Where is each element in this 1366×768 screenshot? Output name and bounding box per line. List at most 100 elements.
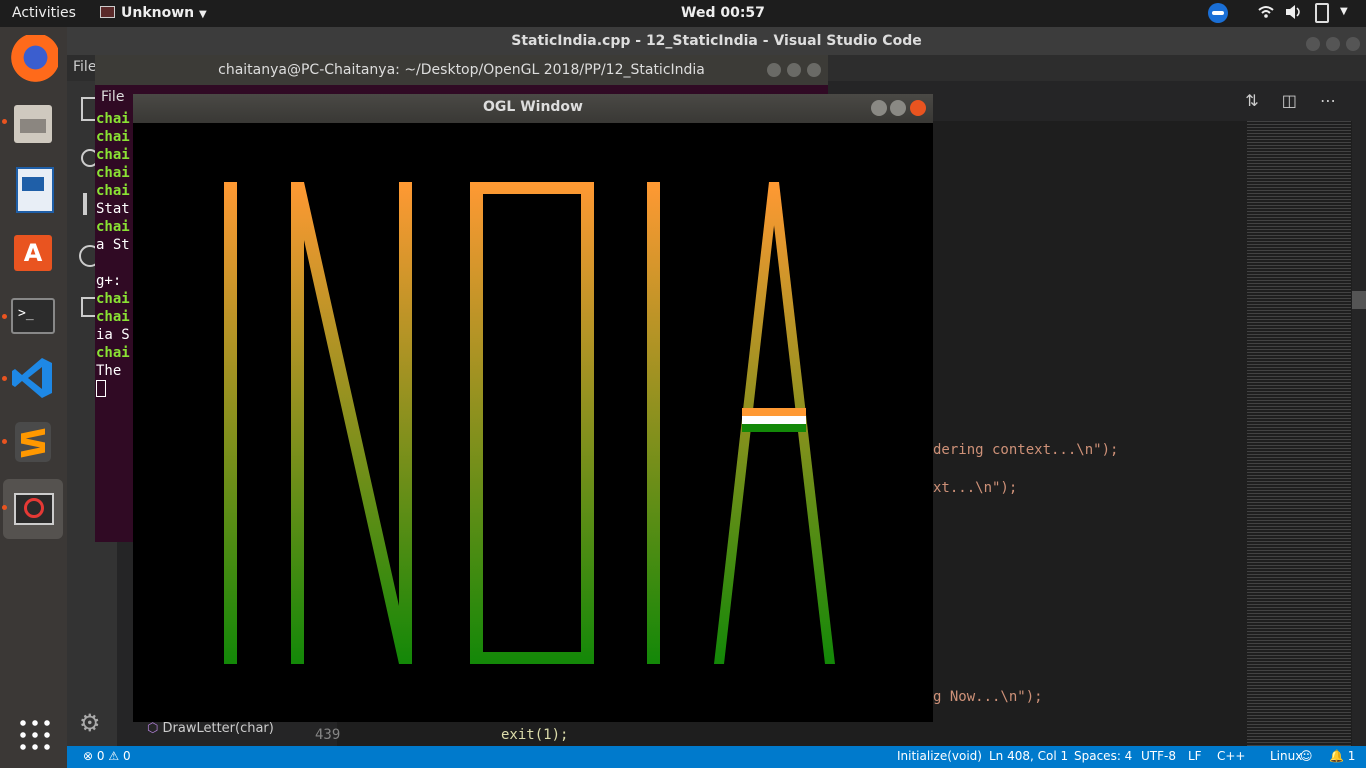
ogl-window-title: OGL Window	[483, 99, 583, 115]
close-button[interactable]	[1346, 37, 1360, 51]
app-window-icon	[100, 6, 115, 18]
running-indicator	[2, 376, 7, 381]
terminal-icon[interactable]: >_	[8, 291, 58, 341]
warning-count: 0	[122, 749, 131, 763]
ogl-canvas[interactable]	[133, 123, 933, 722]
source-control-icon[interactable]	[83, 193, 87, 215]
terminal-menu-file[interactable]: File	[101, 89, 124, 105]
terminal-line: chai	[96, 165, 130, 181]
language-mode[interactable]: C++	[1217, 749, 1246, 763]
battery-icon[interactable]	[1315, 3, 1329, 23]
split-editor-icon[interactable]: ◫	[1282, 91, 1297, 110]
vscode-icon[interactable]	[8, 353, 58, 403]
close-button[interactable]	[807, 63, 821, 77]
ogl-window: OGL Window	[133, 94, 933, 722]
compare-icon[interactable]: ⇅	[1245, 91, 1258, 110]
wifi-icon[interactable]	[1258, 4, 1274, 20]
letter-i-second	[647, 182, 660, 664]
code-line: dering context...\n");	[933, 442, 1119, 458]
volume-icon[interactable]	[1285, 4, 1303, 20]
terminal-line: The	[96, 363, 122, 379]
teamviewer-icon[interactable]	[1208, 3, 1228, 23]
ogl-title-bar[interactable]: OGL Window	[133, 94, 933, 123]
terminal-cursor	[96, 380, 106, 397]
terminal-line: chai	[96, 345, 130, 361]
terminal-output[interactable]: chai chai chai chai chai Stat chai a St g+: chai…	[96, 110, 130, 399]
platform[interactable]: Linux	[1270, 749, 1302, 763]
outline-item-label: DrawLetter(char)	[162, 721, 274, 736]
minimap[interactable]	[1247, 121, 1351, 746]
line-number: 439	[315, 727, 341, 743]
maximize-button[interactable]	[890, 100, 906, 116]
code-line: exit(1);	[501, 727, 569, 743]
system-menu-chevron-icon[interactable]: ▼	[1340, 6, 1354, 24]
flag-crossbar	[742, 408, 806, 432]
letter-i-first	[224, 182, 237, 664]
close-button[interactable]	[910, 100, 926, 116]
top-bar: Activities Unknown ▼ Wed 00:57 ▼	[0, 0, 1366, 27]
outline-item[interactable]: ⬡ DrawLetter(char)	[147, 721, 274, 736]
terminal-line: ia S	[96, 327, 130, 343]
terminal-line: chai	[96, 147, 130, 163]
writer-icon[interactable]	[8, 163, 58, 213]
notifications[interactable]: 🔔 1	[1329, 749, 1355, 763]
terminal-title-bar[interactable]: chaitanya@PC-Chaitanya: ~/Desktop/OpenGL…	[95, 55, 828, 85]
more-actions-icon[interactable]: ⋯	[1320, 91, 1336, 110]
maximize-button[interactable]	[787, 63, 801, 77]
running-indicator	[2, 314, 7, 319]
minimize-button[interactable]	[1306, 37, 1320, 51]
app-menu[interactable]: Unknown ▼	[100, 5, 207, 21]
method-icon: ⬡	[147, 721, 159, 736]
firefox-icon[interactable]	[8, 35, 58, 85]
terminal-title: chaitanya@PC-Chaitanya: ~/Desktop/OpenGL…	[218, 62, 705, 78]
sublime-icon[interactable]	[8, 417, 58, 467]
error-count: 0	[96, 749, 105, 763]
encoding[interactable]: UTF-8	[1141, 749, 1176, 763]
ogl-app-icon[interactable]	[3, 479, 63, 539]
running-indicator	[2, 505, 7, 510]
letter-n	[291, 182, 412, 664]
running-indicator	[2, 439, 7, 444]
code-line: g Now...\n");	[933, 689, 1043, 705]
terminal-line: chai	[96, 309, 130, 325]
terminal-line: g+:	[96, 273, 122, 289]
show-apps-icon[interactable]	[17, 717, 51, 751]
indentation[interactable]: Spaces: 4	[1074, 749, 1132, 763]
terminal-line: a St	[96, 237, 130, 253]
warning-icon: ⚠	[108, 749, 120, 763]
vscode-logo	[12, 358, 52, 398]
vscode-title-bar[interactable]: StaticIndia.cpp - 12_StaticIndia - Visua…	[67, 27, 1366, 55]
maximize-button[interactable]	[1326, 37, 1340, 51]
activities-button[interactable]: Activities	[12, 5, 76, 21]
error-icon: ⊗	[83, 749, 94, 763]
editor-actions: ⇅ ◫ ⋯	[1245, 91, 1336, 110]
gear-icon[interactable]: ⚙	[79, 709, 101, 737]
menu-file[interactable]: File	[73, 59, 96, 75]
terminal-line: chai	[96, 219, 130, 235]
files-icon[interactable]	[8, 99, 58, 149]
terminal-line: Stat	[96, 201, 130, 217]
code-line: xt...\n");	[933, 480, 1018, 496]
bell-icon: 🔔	[1329, 749, 1344, 763]
scrollbar-thumb[interactable]	[1352, 291, 1366, 309]
cursor-position[interactable]: Ln 408, Col 1	[989, 749, 1068, 763]
letter-d	[470, 182, 594, 664]
editor-scrollbar[interactable]	[1352, 121, 1366, 746]
minimize-button[interactable]	[767, 63, 781, 77]
terminal-line: chai	[96, 183, 130, 199]
terminal-line: chai	[96, 129, 130, 145]
notification-count: 1	[1347, 749, 1356, 763]
app-menu-label: Unknown	[121, 5, 195, 21]
current-function[interactable]: Initialize(void)	[897, 749, 982, 763]
clock[interactable]: Wed 00:57	[681, 5, 765, 21]
minimize-button[interactable]	[871, 100, 887, 116]
chevron-down-icon: ▼	[199, 9, 207, 20]
feedback-icon[interactable]: ☺	[1300, 749, 1313, 763]
vscode-title: StaticIndia.cpp - 12_StaticIndia - Visua…	[511, 33, 922, 49]
running-indicator	[2, 119, 7, 124]
software-icon[interactable]: A	[8, 227, 58, 277]
end-of-line[interactable]: LF	[1188, 749, 1202, 763]
problems-indicator[interactable]: ⊗ 0 ⚠ 0	[83, 749, 131, 763]
terminal-line: chai	[96, 111, 130, 127]
